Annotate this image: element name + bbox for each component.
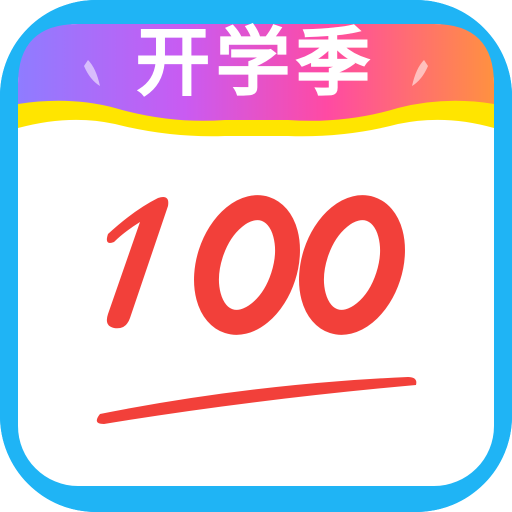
- digit-zero-first: [194, 195, 300, 335]
- digit-zero-second: [299, 195, 405, 335]
- app-icon[interactable]: 开学季: [0, 0, 512, 512]
- digit-one: [106, 197, 169, 329]
- score-underline: [96, 377, 417, 424]
- score-100: [96, 195, 417, 424]
